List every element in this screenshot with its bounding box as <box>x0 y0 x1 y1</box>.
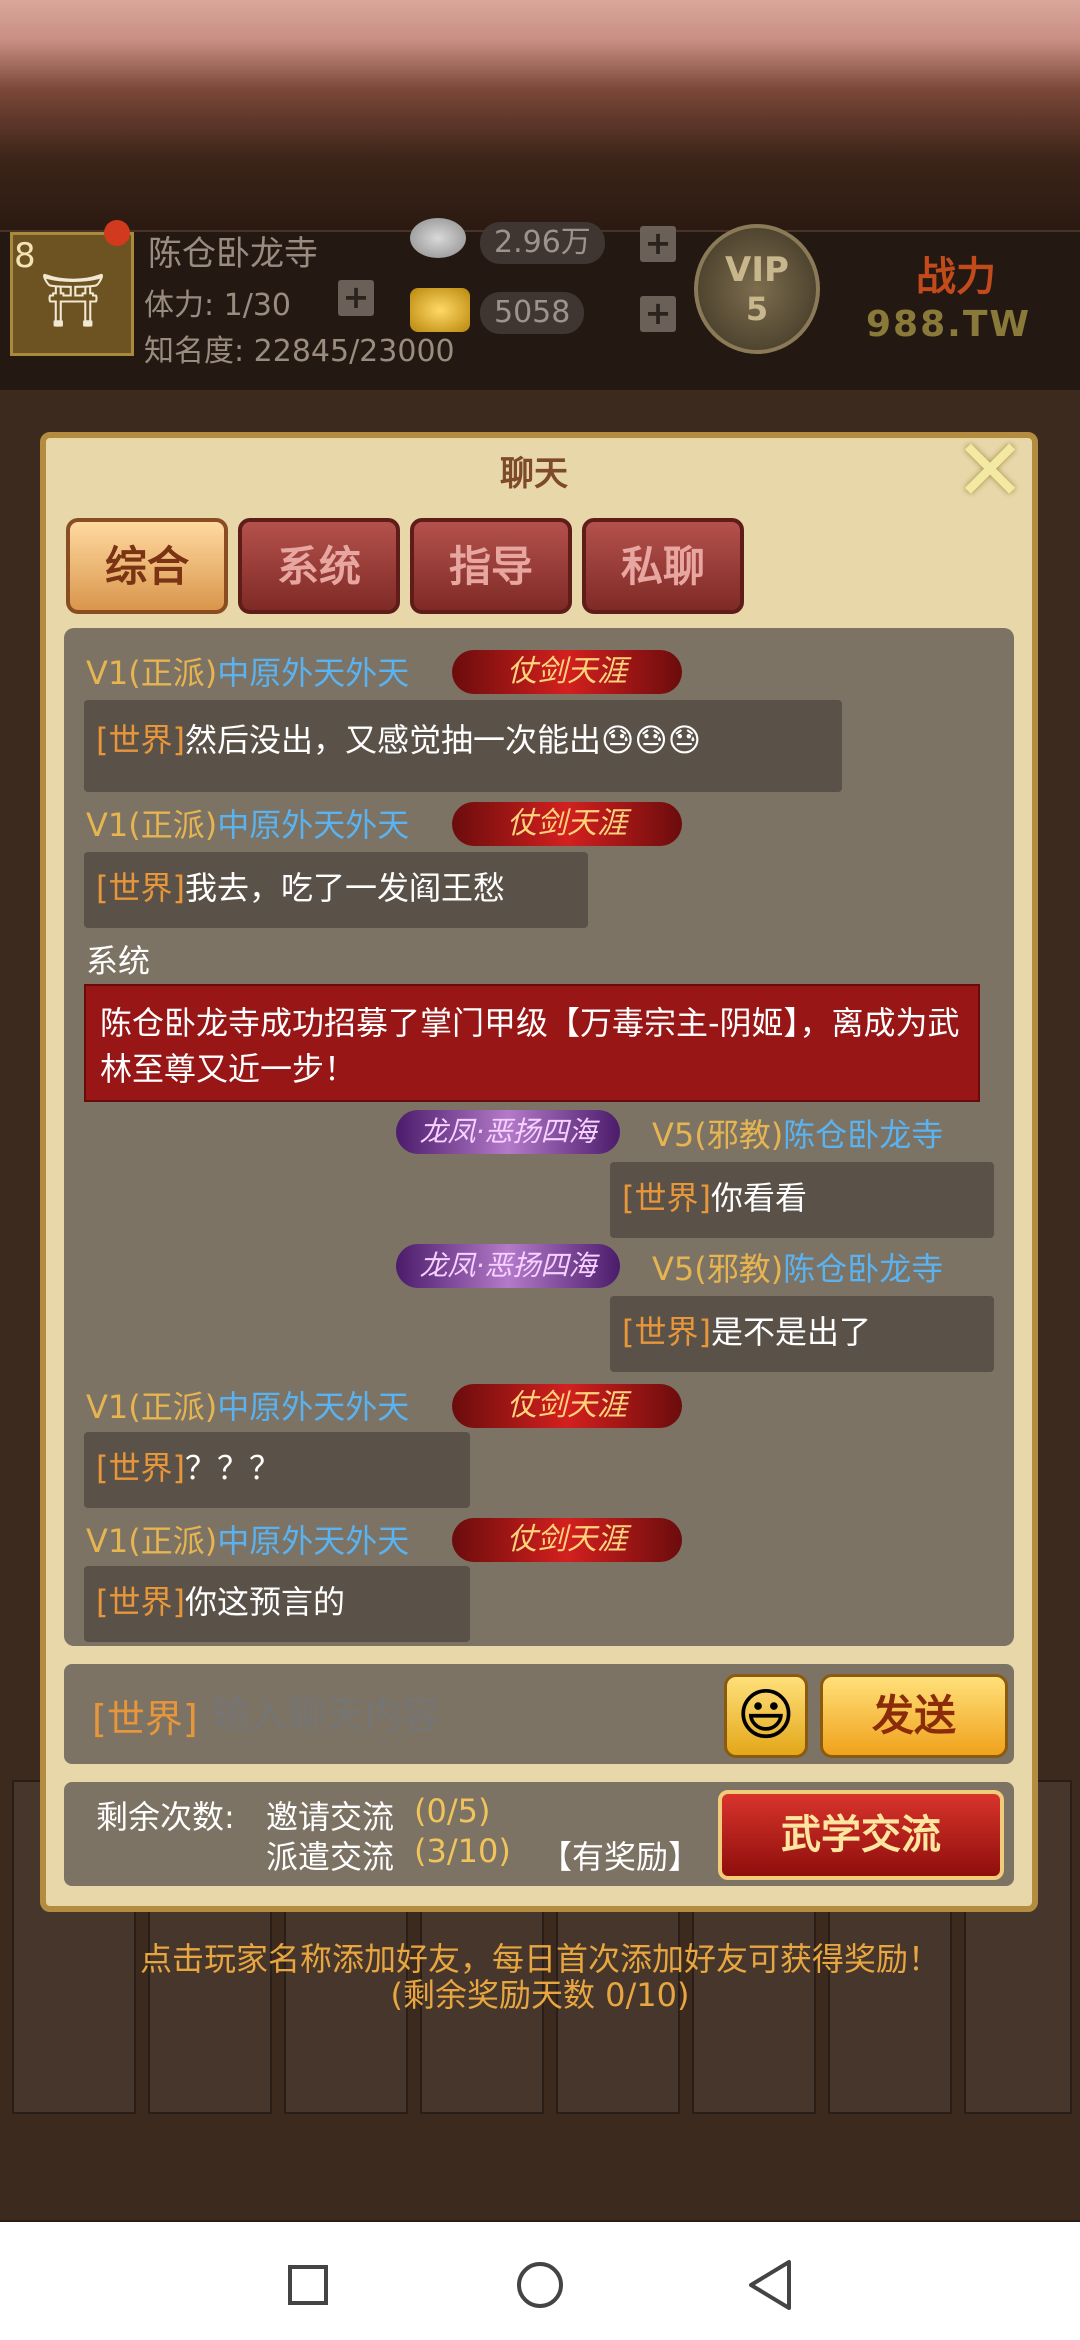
message-text: 然后没出，又感觉抽一次能出😓😓😓 <box>184 721 702 759</box>
pagoda-icon: ⛩ <box>40 271 107 331</box>
tab-system[interactable]: 系统 <box>238 518 400 614</box>
silver-ingot-icon <box>410 218 466 258</box>
channel-tag: [世界] <box>96 869 185 907</box>
title-badge: 仗剑天涯 <box>452 1518 682 1562</box>
message-text: 是不是出了 <box>710 1313 871 1351</box>
vip-level: 5 <box>745 290 769 328</box>
sender-name[interactable]: 陈仓卧龙寺 <box>783 1116 943 1154</box>
send-button[interactable]: 发送 <box>820 1674 1008 1758</box>
channel-tag: [世界] <box>622 1313 711 1351</box>
dispatch-count: (3/10) <box>414 1832 511 1870</box>
message-sender[interactable]: V5(邪教)陈仓卧龙寺 <box>652 1110 943 1156</box>
channel-tag: [世界] <box>96 1449 185 1487</box>
channel-tag: [世界] <box>622 1179 711 1217</box>
message-bubble: [世界]我去，吃了一发阎王愁 <box>84 852 588 928</box>
chat-input[interactable] <box>210 1684 714 1746</box>
player-name[interactable]: 陈仓卧龙寺 <box>148 226 318 275</box>
panel-title: 聊天 <box>500 454 568 494</box>
message-bubble: [世界]？？？ <box>84 1432 470 1508</box>
sender-sect: V1(正派) <box>86 806 218 844</box>
invite-count: (0/5) <box>414 1792 491 1830</box>
sender-sect: V1(正派) <box>86 1388 218 1426</box>
tab-private[interactable]: 私聊 <box>582 518 744 614</box>
notification-dot <box>104 220 130 246</box>
channel-prefix[interactable]: [世界] <box>92 1688 198 1743</box>
square-icon <box>288 2265 328 2305</box>
add-stamina-button[interactable]: + <box>338 280 374 316</box>
emoji-icon[interactable]: 😃 <box>724 1674 808 1758</box>
sender-sect: V5(邪教) <box>652 1250 784 1288</box>
sender-name[interactable]: 中原外天外天 <box>217 1388 409 1426</box>
circle-icon <box>517 2262 563 2308</box>
message-text: 我去，吃了一发阎王愁 <box>184 869 505 907</box>
tab-guide[interactable]: 指导 <box>410 518 572 614</box>
message-bubble: [世界]你这预言的 <box>84 1566 470 1642</box>
silver-amount: 2.96万 <box>480 222 605 264</box>
add-gold-button[interactable]: + <box>640 296 676 332</box>
message-sender[interactable]: V1(正派)中原外天外天 <box>86 1516 409 1562</box>
message-text: ？？？ <box>184 1449 281 1487</box>
title-badge: 龙凤·恶扬四海 <box>396 1244 620 1288</box>
add-silver-button[interactable]: + <box>640 226 676 262</box>
vip-badge[interactable]: VIP 5 <box>694 224 820 354</box>
message-bubble: [世界]你看看 <box>610 1162 994 1238</box>
stamina-text: 体力: 1/30 <box>144 288 292 323</box>
title-badge: 仗剑天涯 <box>452 802 682 846</box>
message-sender[interactable]: V5(邪教)陈仓卧龙寺 <box>652 1244 943 1290</box>
message-sender[interactable]: V1(正派)中原外天外天 <box>86 800 409 846</box>
message-sender[interactable]: V1(正派)中原外天外天 <box>86 648 409 694</box>
system-message: 陈仓卧龙寺成功招募了掌门甲级【万毒宗主-阴姬】，离成为武林至尊又近一步！ <box>84 984 980 1102</box>
tab-general[interactable]: 综合 <box>66 518 228 614</box>
vip-label: VIP <box>725 250 789 290</box>
sender-name[interactable]: 中原外天外天 <box>217 1522 409 1560</box>
back-triangle-icon <box>749 2260 791 2310</box>
reward-label: 【有奖励】 <box>540 1838 701 1876</box>
gold-amount: 5058 <box>480 292 585 334</box>
system-label: 系统 <box>86 942 151 980</box>
sender-sect: V1(正派) <box>86 1522 218 1560</box>
power-value: 988.TW <box>866 304 1032 345</box>
title-badge: 龙凤·恶扬四海 <box>396 1110 620 1154</box>
title-badge: 仗剑天涯 <box>452 650 682 694</box>
back-button[interactable] <box>730 2250 810 2320</box>
message-bubble: [世界]然后没出，又感觉抽一次能出😓😓😓 <box>84 700 842 792</box>
close-icon[interactable]: ✕ <box>954 428 1046 520</box>
fame-text: 知名度: 22845/23000 <box>144 334 455 369</box>
home-button[interactable] <box>500 2250 580 2320</box>
martial-exchange-button[interactable]: 武学交流 <box>718 1790 1004 1880</box>
recent-apps-button[interactable] <box>268 2250 348 2320</box>
player-level: 8 <box>14 236 36 276</box>
sender-name[interactable]: 中原外天外天 <box>217 806 409 844</box>
dispatch-label: 派遣交流 <box>266 1838 395 1876</box>
sender-sect: V5(邪教) <box>652 1116 784 1154</box>
sender-sect: V1(正派) <box>86 654 218 692</box>
channel-tag: [世界] <box>96 1583 185 1621</box>
sender-name[interactable]: 中原外天外天 <box>217 654 409 692</box>
gold-ingot-icon <box>410 288 470 332</box>
message-text: 你这预言的 <box>184 1583 345 1621</box>
power-label: 战力 <box>916 254 996 300</box>
message-sender[interactable]: V1(正派)中原外天外天 <box>86 1382 409 1428</box>
message-bubble: [世界]是不是出了 <box>610 1296 994 1372</box>
title-badge: 仗剑天涯 <box>452 1384 682 1428</box>
roof-background <box>0 0 1080 230</box>
message-text: 你看看 <box>710 1179 807 1217</box>
remaining-label: 剩余次数: <box>96 1798 235 1836</box>
channel-tag: [世界] <box>96 721 185 759</box>
sender-name[interactable]: 陈仓卧龙寺 <box>783 1250 943 1288</box>
reward-days-notice: (剩余奖励天数 0/10) <box>390 1976 690 2014</box>
